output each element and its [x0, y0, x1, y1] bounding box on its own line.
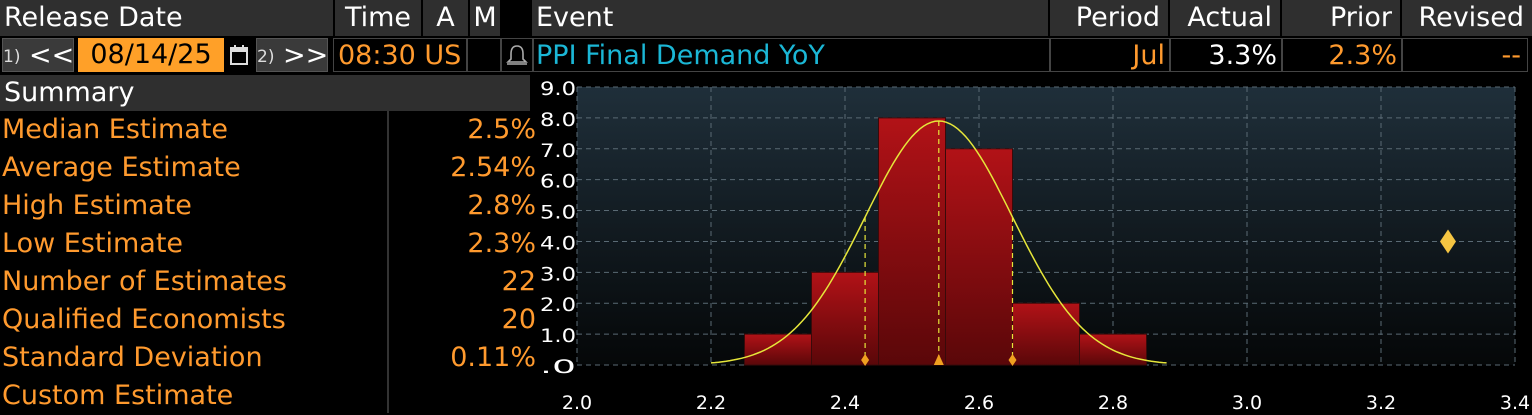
summary-row-label: Qualified Economists: [2, 304, 286, 335]
next-key-label: 2): [257, 47, 275, 67]
summary-row-value: 2.5%: [467, 114, 536, 145]
summary-row-label: Custom Estimate: [2, 380, 234, 411]
y-tick-label: 4.0: [540, 232, 576, 254]
summary-row: Median Estimate 2.5%: [0, 111, 536, 149]
summary-row: High Estimate 2.8%: [0, 187, 536, 225]
histogram-bar: [811, 271, 879, 366]
histogram-bar: [945, 148, 1013, 366]
event-header[interactable]: Event: [532, 0, 1048, 36]
prev-arrow-label: <<: [29, 40, 75, 71]
y-tick-label: 2.0: [540, 294, 576, 316]
summary-row-value: 2.54%: [450, 152, 536, 183]
x-tick-label: 3.4: [1500, 392, 1530, 413]
summary-row-label: Median Estimate: [2, 114, 229, 145]
y-tick-label: 7.0: [540, 140, 576, 162]
alert-column-cell: [467, 38, 501, 72]
y-tick-label: 6.0: [540, 171, 576, 193]
release-date-header[interactable]: Release Date: [0, 0, 333, 36]
event-name-link[interactable]: PPI Final Demand YoY: [533, 38, 1050, 72]
summary-header: Summary: [0, 75, 530, 111]
summary-row: Average Estimate 2.54%: [0, 149, 536, 187]
next-date-button[interactable]: 2) >>: [256, 38, 328, 72]
summary-row: Qualified Economists 20: [0, 301, 536, 339]
histogram-bar: [1012, 302, 1080, 366]
revised-value: --: [1402, 38, 1528, 72]
revised-header[interactable]: Revised: [1402, 0, 1532, 36]
x-tick-label: 3.0: [1232, 392, 1262, 413]
histogram-bar: [744, 333, 812, 366]
release-time-value: 08:30: [338, 40, 416, 71]
summary-row-label: High Estimate: [2, 190, 192, 221]
release-date-input[interactable]: 08/14/25: [78, 38, 224, 72]
summary-row: Number of Estimates 22: [0, 263, 536, 301]
time-header[interactable]: Time: [335, 0, 421, 36]
prev-key-label: 1): [3, 47, 21, 67]
x-tick-label: 2.0: [562, 392, 592, 413]
summary-row: Low Estimate 2.3%: [0, 225, 536, 263]
actual-header[interactable]: Actual: [1170, 0, 1280, 36]
x-tick-label: 2.4: [830, 392, 860, 413]
summary-row-label: Standard Deviation: [2, 342, 263, 373]
summary-row: Custom Estimate: [0, 377, 536, 415]
y-tick-label: 9.0: [540, 78, 576, 100]
a-header[interactable]: A: [423, 0, 468, 36]
summary-row-value: 2.3%: [467, 228, 536, 259]
summary-row-label: Average Estimate: [2, 152, 241, 183]
y-tick-label: 5.0: [540, 202, 576, 224]
period-value: Jul: [1050, 38, 1170, 72]
summary-row-value: 20: [501, 304, 536, 335]
summary-row: Standard Deviation 0.11%: [0, 339, 536, 377]
m-header-label: M: [473, 2, 497, 33]
summary-row-label: Low Estimate: [2, 228, 184, 259]
previous-date-button[interactable]: 1) <<: [2, 38, 74, 72]
prior-value: 2.3%: [1282, 38, 1402, 72]
summary-row-value: 22: [501, 266, 536, 297]
histogram-bar: [878, 117, 946, 366]
next-arrow-label: >>: [283, 40, 329, 71]
release-time: 08:30 US: [333, 38, 467, 72]
prior-header[interactable]: Prior: [1282, 0, 1400, 36]
y-tick-label: .0: [540, 356, 576, 378]
summary-row-value: 2.8%: [467, 190, 536, 221]
x-tick-label: 3.2: [1366, 392, 1396, 413]
calendar-icon[interactable]: [226, 38, 252, 72]
y-tick-label: 1.0: [540, 325, 576, 347]
y-tick-label: 3.0: [540, 263, 576, 285]
x-tick-label: 2.6: [964, 392, 994, 413]
x-tick-label: 2.8: [1098, 392, 1128, 413]
country-code: US: [424, 40, 462, 71]
summary-row-label: Number of Estimates: [2, 266, 287, 297]
period-header[interactable]: Period: [1050, 0, 1168, 36]
m-header[interactable]: M: [470, 0, 500, 36]
summary-row-value: 0.11%: [450, 342, 536, 373]
actual-value: 3.3%: [1170, 38, 1282, 72]
a-header-label: A: [436, 2, 455, 33]
y-tick-label: 8.0: [540, 109, 576, 131]
estimate-distribution-chart: .0 1.0 2.0 3.0 4.0 5.0 6.0 7.0 8.0 9.0 2.0 2.2 2.4 2.…: [540, 78, 1530, 413]
bell-icon[interactable]: [501, 38, 533, 72]
x-tick-label: 2.2: [696, 392, 726, 413]
